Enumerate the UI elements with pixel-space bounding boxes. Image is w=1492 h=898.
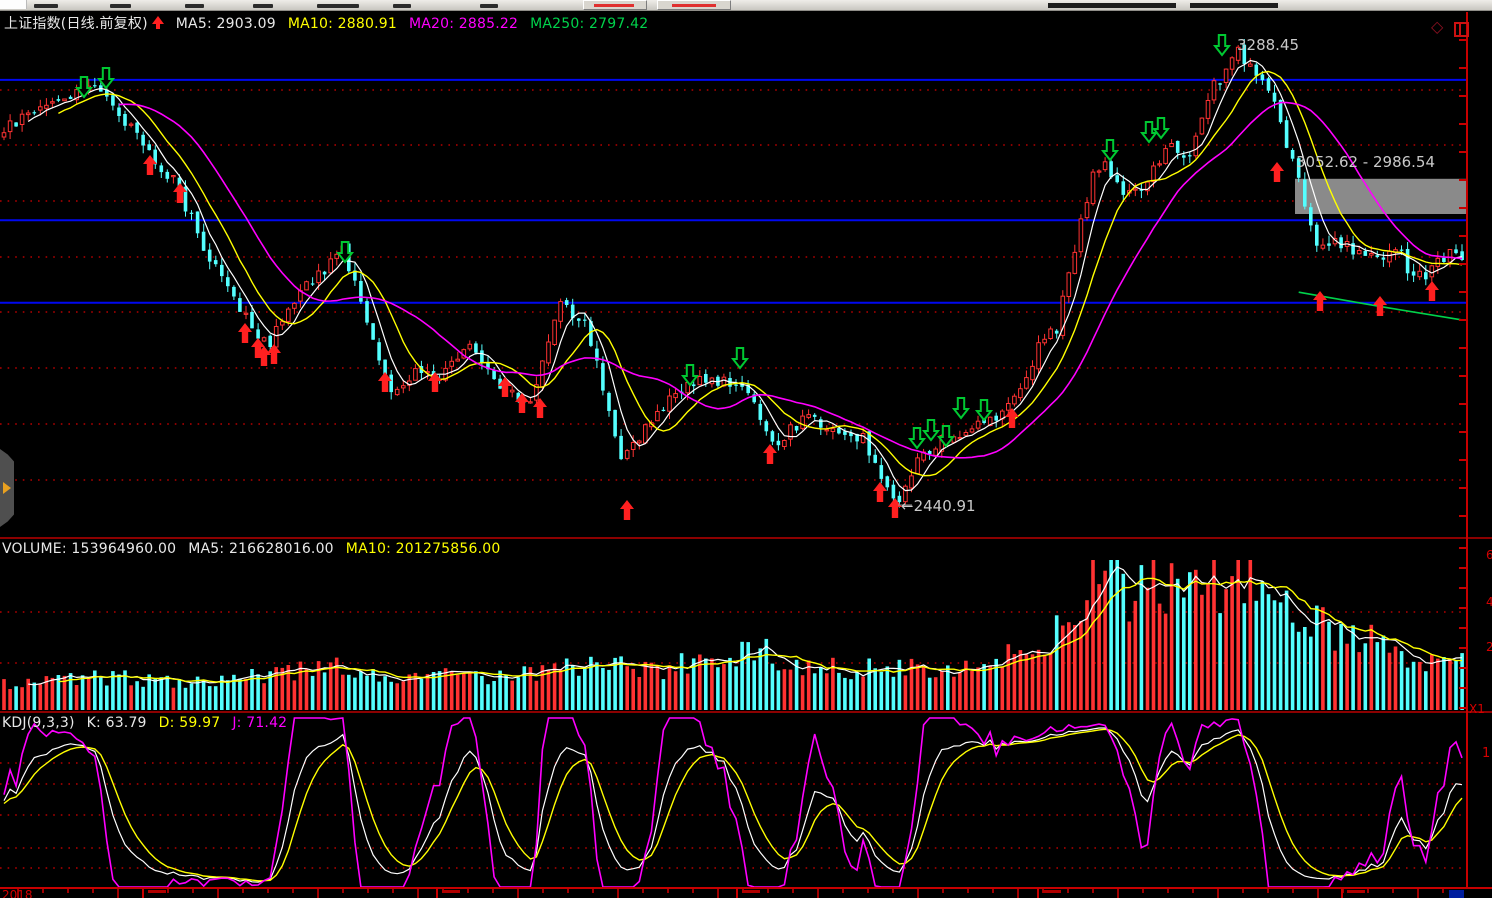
kdj-d-value: D: 59.97 <box>159 715 221 731</box>
kdj-name: KDJ(9,3,3) <box>2 715 75 731</box>
volume-scale-partial-label: 2 <box>1486 641 1492 653</box>
kdj-header: KDJ(9,3,3) K: 63.79 D: 59.97 J: 71.42 <box>2 715 299 731</box>
sidebar-flyout-handle[interactable] <box>0 449 14 527</box>
volume-scale-partial-label: 6 <box>1486 549 1492 561</box>
chart-canvas[interactable] <box>0 0 1492 898</box>
window-split-icon[interactable] <box>1454 22 1469 37</box>
volume-unit-label: X1 <box>1469 703 1485 715</box>
up-arrow-icon <box>152 16 164 29</box>
kdj-k-value: K: 63.79 <box>87 715 147 731</box>
diamond-tool-icon[interactable]: ◇ <box>1431 19 1443 35</box>
volume-scale-partial-label: 4 <box>1486 596 1492 608</box>
ma250-value: MA250: 2797.42 <box>530 16 648 32</box>
stock-chart-window: 上证指数(日线.前复权) MA5: 2903.09 MA10: 2880.91 MA2… <box>0 0 1492 898</box>
main-chart-header: 上证指数(日线.前复权) MA5: 2903.09 MA10: 2880.91 MA2… <box>4 13 660 33</box>
kdj-j-value: J: 71.42 <box>232 715 287 731</box>
volume-ma5-value: MA5: 216628016.00 <box>188 541 334 557</box>
volume-value: VOLUME: 153964960.00 <box>2 541 176 557</box>
date-axis-partial-label: 2018 <box>2 889 33 898</box>
gap-range-annotation: 3052.62 - 2986.54 <box>1296 153 1435 171</box>
peak-price-annotation: 3288.45 <box>1237 36 1299 54</box>
volume-ma10-value: MA10: 201275856.00 <box>346 541 501 557</box>
ma5-value: MA5: 2903.09 <box>176 16 276 32</box>
expand-arrow-icon <box>3 482 11 494</box>
kdj-scale-partial-label: 1 <box>1482 748 1490 760</box>
low-price-annotation: ←2440.91 <box>901 497 976 515</box>
ma10-value: MA10: 2880.91 <box>288 16 397 32</box>
volume-header: VOLUME: 153964960.00 MA5: 216628016.00 MA1… <box>2 541 512 557</box>
scrollbar-fragment <box>1449 890 1464 898</box>
ma20-value: MA20: 2885.22 <box>409 16 518 32</box>
chart-title: 上证指数(日线.前复权) <box>4 16 148 32</box>
